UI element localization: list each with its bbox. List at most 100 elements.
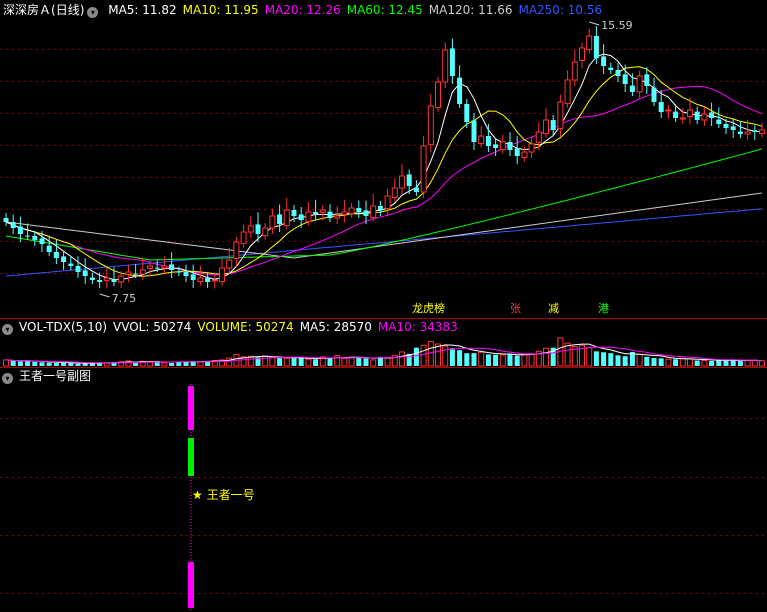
ma-legend-item: MA250: 10.56 xyxy=(518,3,603,17)
volume-bar-down xyxy=(61,362,67,366)
ma-legend-item: MA120: 11.66 xyxy=(428,3,513,17)
ma-legend-item: MA10: 11.95 xyxy=(182,3,259,17)
candle-down xyxy=(716,119,722,124)
candle-up xyxy=(420,145,427,193)
low-marker xyxy=(99,293,110,298)
candle-up xyxy=(744,131,751,135)
candle-down xyxy=(723,124,729,128)
candle-down xyxy=(3,218,9,222)
volume-bar-up xyxy=(478,351,485,367)
volume-bar-down xyxy=(32,361,38,366)
ma20-line xyxy=(5,85,763,276)
sub-indicator-chart[interactable] xyxy=(0,384,767,612)
volume-bar-down xyxy=(313,359,319,366)
candle-down xyxy=(694,111,700,120)
volume-bar-down xyxy=(658,358,664,366)
candle-down xyxy=(413,187,419,192)
candle-down xyxy=(651,87,657,102)
event-tag[interactable]: 减 xyxy=(548,302,559,315)
signal-bar-top xyxy=(188,386,194,430)
event-tag[interactable]: 龙虎榜 xyxy=(412,302,445,315)
volume-bar-down xyxy=(694,360,700,366)
dropdown-icon[interactable]: ▾ xyxy=(87,7,99,18)
vol-ma10-value: MA10: 34383 xyxy=(377,320,458,334)
ma60-line xyxy=(5,148,763,261)
volume-bar-down xyxy=(507,353,513,366)
volume-bar-down xyxy=(413,347,419,366)
volume-bar-down xyxy=(356,357,362,366)
volume-chart[interactable] xyxy=(0,335,767,367)
candle-up xyxy=(571,61,578,81)
volume-bar-up xyxy=(370,359,377,367)
candle-down xyxy=(629,85,635,92)
signal-annotation: ★ 王者一号 xyxy=(192,487,255,503)
volume-bar-up xyxy=(399,351,405,367)
dropdown-icon[interactable]: ▾ xyxy=(2,373,13,384)
sub-panel-title[interactable]: 王者一号副图 xyxy=(19,369,91,383)
candle-down xyxy=(61,256,67,262)
candle-up xyxy=(211,279,218,282)
candle-up xyxy=(197,277,204,283)
candle-up xyxy=(262,227,269,237)
volume-bar-up xyxy=(427,341,434,367)
vol-ma5-value: MA5: 28570 xyxy=(299,320,372,334)
volume-header: ▾ VOL-TDX(5,10) VVOL: 50274 VOLUME: 50274 MA… xyxy=(2,319,464,335)
volume-bar-down xyxy=(737,361,743,366)
candle-down xyxy=(449,48,455,76)
candle-down xyxy=(485,136,491,146)
candle-up xyxy=(125,271,132,275)
volume-bar-down xyxy=(457,350,463,366)
candle-down xyxy=(514,148,520,156)
volume-bar-down xyxy=(493,354,499,366)
period-label[interactable]: (日线) xyxy=(51,3,84,17)
event-tag[interactable]: 港 xyxy=(598,302,609,315)
main-chart-header: 深深房Ａ(日线) ▾ MA5: 11.82 MA10: 11.95 MA20: 12.… xyxy=(3,2,614,18)
candle-up xyxy=(557,101,564,129)
volume-bar-up xyxy=(3,359,9,367)
candle-up xyxy=(687,109,693,117)
signal-bar-bottom xyxy=(188,562,194,608)
volume-bar-up xyxy=(384,356,391,367)
volume-bar-up xyxy=(262,355,269,367)
high-marker xyxy=(589,21,600,26)
candle-up xyxy=(334,215,341,219)
candlestick-chart[interactable]: 15.59 7.75 xyxy=(0,18,767,318)
candle-down xyxy=(593,36,599,58)
volume-bar-up xyxy=(283,357,290,367)
candle-down xyxy=(190,274,196,280)
candle-down xyxy=(255,224,261,234)
dropdown-icon[interactable]: ▾ xyxy=(2,324,13,335)
ma-legend: MA5: 11.82 MA10: 11.95 MA20: 12.26 MA60: 12… xyxy=(108,3,608,17)
candle-up xyxy=(435,81,441,109)
volume-bar-down xyxy=(644,356,650,366)
candle-down xyxy=(39,238,45,244)
candle-up xyxy=(543,119,549,135)
volume-bar-up xyxy=(586,347,593,367)
volume-indicator-name[interactable]: VOL-TDX(5,10) xyxy=(19,320,107,334)
candle-down xyxy=(356,208,362,212)
candle-down xyxy=(601,56,607,66)
volume-bar-down xyxy=(730,360,736,366)
candle-down xyxy=(111,279,117,282)
volume-bar-up xyxy=(348,356,355,367)
candle-up xyxy=(370,205,377,219)
volume-bar-down xyxy=(291,358,297,366)
ma10-line xyxy=(5,66,763,277)
volume-bar-down xyxy=(46,362,52,366)
candle-up xyxy=(636,75,643,93)
volume-bar-up xyxy=(420,344,427,367)
ma120-line xyxy=(5,192,763,259)
candle-down xyxy=(298,214,304,220)
event-tag[interactable]: 张 xyxy=(510,302,521,315)
candle-up xyxy=(147,265,153,269)
candle-up xyxy=(319,209,326,213)
candle-up xyxy=(118,275,125,283)
candle-up xyxy=(665,109,672,112)
candle-down xyxy=(89,277,95,280)
stock-name[interactable]: 深深房Ａ xyxy=(3,3,51,17)
volume-bar-down xyxy=(53,362,59,366)
candle-down xyxy=(471,120,477,142)
volume-bar-up xyxy=(521,353,528,367)
candle-down xyxy=(75,266,81,272)
candle-up xyxy=(103,277,110,281)
